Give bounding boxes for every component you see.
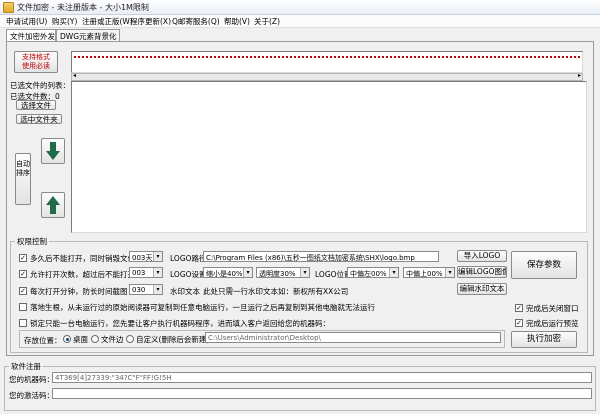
registration-title: 软件注册 xyxy=(9,361,43,372)
edit-logo-button[interactable]: 编辑LOGO图像 xyxy=(457,266,507,278)
open-count-label: 允许打开次数，超过后不能打开 xyxy=(30,270,135,279)
activation-code-label: 您的激活码： xyxy=(9,391,54,400)
save-params-button[interactable]: 保存参数 xyxy=(511,251,577,279)
open-count-checkbox[interactable]: ✓ xyxy=(19,270,27,278)
screenshot-minutes-label: 每次打开分钟，防长时间截图 xyxy=(30,287,128,296)
logo-shrink-select[interactable]: 缩小是40% ▾ xyxy=(203,267,253,278)
menu-update[interactable]: 程序更新(X) xyxy=(130,16,171,27)
screenshot-minutes-checkbox[interactable]: ✓ xyxy=(19,287,27,295)
logo-path-field[interactable]: C:\Program Files (x86)\五秒一图纸文档加密系统\SHX\l… xyxy=(203,251,439,262)
chevron-down-icon: ▾ xyxy=(300,268,309,277)
activation-code-field[interactable] xyxy=(52,388,592,399)
select-folder-button[interactable]: 选中文件夹 xyxy=(16,114,62,124)
expire-days-label: 多久后不能打开，同时销毁文件 xyxy=(30,254,135,263)
watermark-text: 此处只需一行水印文本如：新权所有XX公司 xyxy=(203,287,349,296)
machine-lock-checkbox[interactable] xyxy=(19,319,27,327)
execute-encrypt-button[interactable]: 执行加密 xyxy=(511,331,577,348)
chevron-down-icon: ▾ xyxy=(445,268,454,277)
import-logo-button[interactable]: 导入LOGO xyxy=(457,250,507,262)
expire-days-checkbox[interactable]: ✓ xyxy=(19,254,27,262)
machine-lock-label: 锁定只能一台电脑运行，您先要让客户执行机器码程序，进而填入客户返回给您的机器码： xyxy=(30,319,330,328)
move-down-button[interactable] xyxy=(41,138,65,164)
menu-about[interactable]: 关于(Z) xyxy=(254,16,280,27)
menu-buy[interactable]: 购买(Y) xyxy=(52,16,77,27)
logo-transparency-select[interactable]: 透明度30% ▾ xyxy=(256,267,310,278)
expire-days-select[interactable]: 003天 ▾ xyxy=(129,251,163,262)
root-lock-label: 落地生根，从未运行过的原始阅读器可复制到任意电脑运行，一旦运行之后再复制到其他电… xyxy=(30,303,375,312)
title-bar: 文件加密 - 未注册版本 - 大小1M限制 xyxy=(0,0,600,15)
chevron-down-icon: ▾ xyxy=(243,268,252,277)
permissions-title: 权限控制 xyxy=(15,236,49,247)
selected-files-label: 已选文件的列表： xyxy=(10,81,70,90)
watermark-label: 水印文本 xyxy=(170,287,200,296)
edit-watermark-button[interactable]: 编辑水印文本 xyxy=(457,283,507,295)
supported-formats-button[interactable]: 支持格式 使用必读 xyxy=(14,51,58,73)
screenshot-minutes-select[interactable]: 030 ▾ xyxy=(129,284,163,295)
chevron-down-icon: ▾ xyxy=(389,268,398,277)
horizontal-scrollbar[interactable]: ◂ ▸ xyxy=(71,72,583,81)
machine-code-label: 您的机器码： xyxy=(9,375,54,384)
logo-setting-label: LOGO设置 xyxy=(170,270,207,279)
store-desktop-label: 桌面 xyxy=(73,335,88,344)
auto-sort-button[interactable]: 自动排序 xyxy=(15,153,31,205)
menu-help[interactable]: 帮助(V) xyxy=(224,16,250,27)
machine-code-field[interactable]: 4T369[4]27339:"34?C"F"FF!G!5H xyxy=(52,372,592,383)
menu-apply-trial[interactable]: 申请试用(U) xyxy=(6,16,47,27)
chevron-down-icon: ▾ xyxy=(153,285,162,294)
move-up-button[interactable] xyxy=(41,192,65,218)
close-after-done-label: 完成后关闭窗口 xyxy=(526,304,579,313)
tab-dwg-background[interactable]: DWG元素背景化 xyxy=(56,29,120,41)
main-panel: 支持格式 使用必读 ◂ ▸ 已选文件的列表： 已选文件数：0 选择文件 选中文件… xyxy=(6,41,594,356)
window-title: 文件加密 - 未注册版本 - 大小1M限制 xyxy=(17,3,149,12)
menu-mail-service[interactable]: Q邮寄服务(Q) xyxy=(172,16,220,27)
logo-path-label: LOGO路径 xyxy=(170,254,207,263)
run-after-done-label: 完成后运行预览 xyxy=(526,319,579,328)
scroll-left-icon[interactable]: ◂ xyxy=(73,72,76,79)
store-custom-label: 自定义(删除后会新建) xyxy=(136,335,210,344)
chevron-down-icon: ▾ xyxy=(153,268,162,277)
path-display xyxy=(71,51,583,73)
scroll-right-icon[interactable]: ▸ xyxy=(578,72,581,79)
select-file-button[interactable]: 选择文件 xyxy=(16,100,56,110)
menu-register[interactable]: 注册或正版(W) xyxy=(82,16,133,27)
store-desktop-radio[interactable] xyxy=(63,335,71,343)
store-beside-label: 文件边 xyxy=(101,335,124,344)
chevron-down-icon: ▾ xyxy=(153,252,162,261)
open-count-select[interactable]: 003 ▾ xyxy=(129,267,163,278)
red-progress-line xyxy=(74,56,580,58)
logo-pos-horizontal-select[interactable]: 中偏左00% ▾ xyxy=(347,267,399,278)
close-after-done-checkbox[interactable]: ✓ xyxy=(515,304,523,312)
store-path-field[interactable]: C:\Users\Administrator\Desktop\ xyxy=(205,332,501,343)
store-custom-radio[interactable] xyxy=(126,335,134,343)
run-after-done-checkbox[interactable]: ✓ xyxy=(515,319,523,327)
store-location-label: 存放位置： xyxy=(24,336,62,345)
root-lock-checkbox[interactable] xyxy=(19,303,27,311)
file-list[interactable] xyxy=(71,81,587,233)
app-icon xyxy=(3,2,14,13)
arrow-up-icon xyxy=(46,196,60,214)
store-beside-radio[interactable] xyxy=(91,335,99,343)
menu-bar: 申请试用(U) 购买(Y) 注册或正版(W) 程序更新(X) Q邮寄服务(Q) … xyxy=(0,15,600,28)
arrow-down-icon xyxy=(46,142,60,160)
logo-pos-vertical-select[interactable]: 中偏上00% ▾ xyxy=(403,267,455,278)
